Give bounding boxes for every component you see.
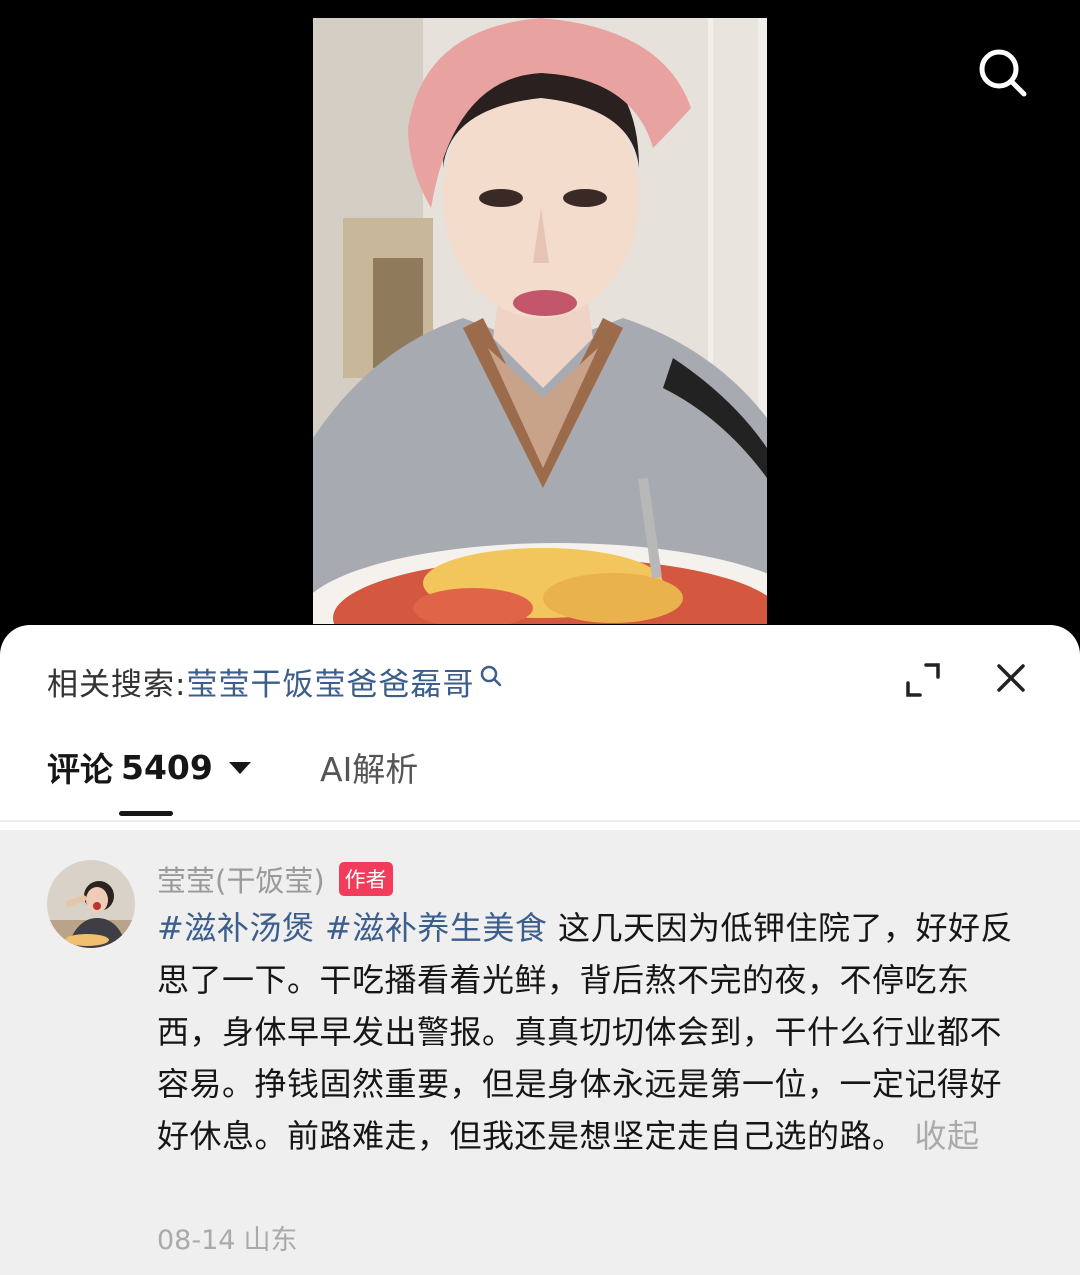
dropdown-caret-icon[interactable]: [228, 762, 251, 774]
tab-ai-label: AI解析: [320, 750, 419, 789]
tab-ai-analysis[interactable]: AI解析: [320, 743, 418, 791]
comment-location: 山东: [243, 1225, 298, 1256]
comment-sheet: 相关搜索: 莹莹干饭莹爸爸磊哥 评论 5409 AI解析 莹莹(干饭莹) 作者 …: [0, 625, 1080, 1275]
hashtag-link[interactable]: #滋补汤煲: [157, 909, 314, 947]
search-icon: [481, 665, 502, 687]
search-button[interactable]: [974, 44, 1030, 100]
comment-author-row: 莹莹(干饭莹) 作者: [157, 858, 393, 900]
close-button[interactable]: [994, 661, 1028, 695]
video-frame[interactable]: [313, 18, 767, 624]
video-player[interactable]: [0, 0, 1080, 640]
hashtag-link[interactable]: #滋补养生美食: [325, 909, 547, 947]
expand-button[interactable]: [904, 661, 942, 699]
avatar-image: [47, 860, 135, 948]
collapse-link[interactable]: 收起: [915, 1117, 980, 1155]
comment-meta: 08-14 山东: [157, 1218, 297, 1257]
avatar[interactable]: [47, 860, 135, 948]
related-search[interactable]: 相关搜索: 莹莹干饭莹爸爸磊哥: [47, 653, 504, 709]
comment-date: 08-14: [157, 1225, 236, 1256]
author-badge: 作者: [338, 862, 393, 896]
comment-item[interactable]: 莹莹(干饭莹) 作者 #滋补汤煲 #滋补养生美食 这几天因为低钾住院了，好好反思…: [0, 830, 1080, 1275]
comment-text: #滋补汤煲 #滋补养生美食 这几天因为低钾住院了，好好反思了一下。干吃播看着光鲜…: [157, 902, 1027, 1162]
divider: [0, 820, 1080, 822]
tab-comments-label: 评论: [47, 750, 113, 789]
tab-bar: 评论 5409 AI解析: [0, 735, 1080, 819]
active-tab-indicator: [119, 811, 173, 816]
comment-author[interactable]: 莹莹(干饭莹): [157, 858, 325, 900]
video-still-image: [313, 18, 767, 624]
search-icon: [979, 49, 1027, 97]
tab-comments-count: 5409: [121, 747, 213, 787]
related-search-query[interactable]: 莹莹干饭莹爸爸磊哥: [186, 659, 474, 704]
related-search-label: 相关搜索:: [47, 666, 187, 703]
close-icon: [997, 664, 1025, 692]
expand-icon: [906, 663, 940, 697]
tab-comments[interactable]: 评论 5409: [47, 743, 251, 791]
